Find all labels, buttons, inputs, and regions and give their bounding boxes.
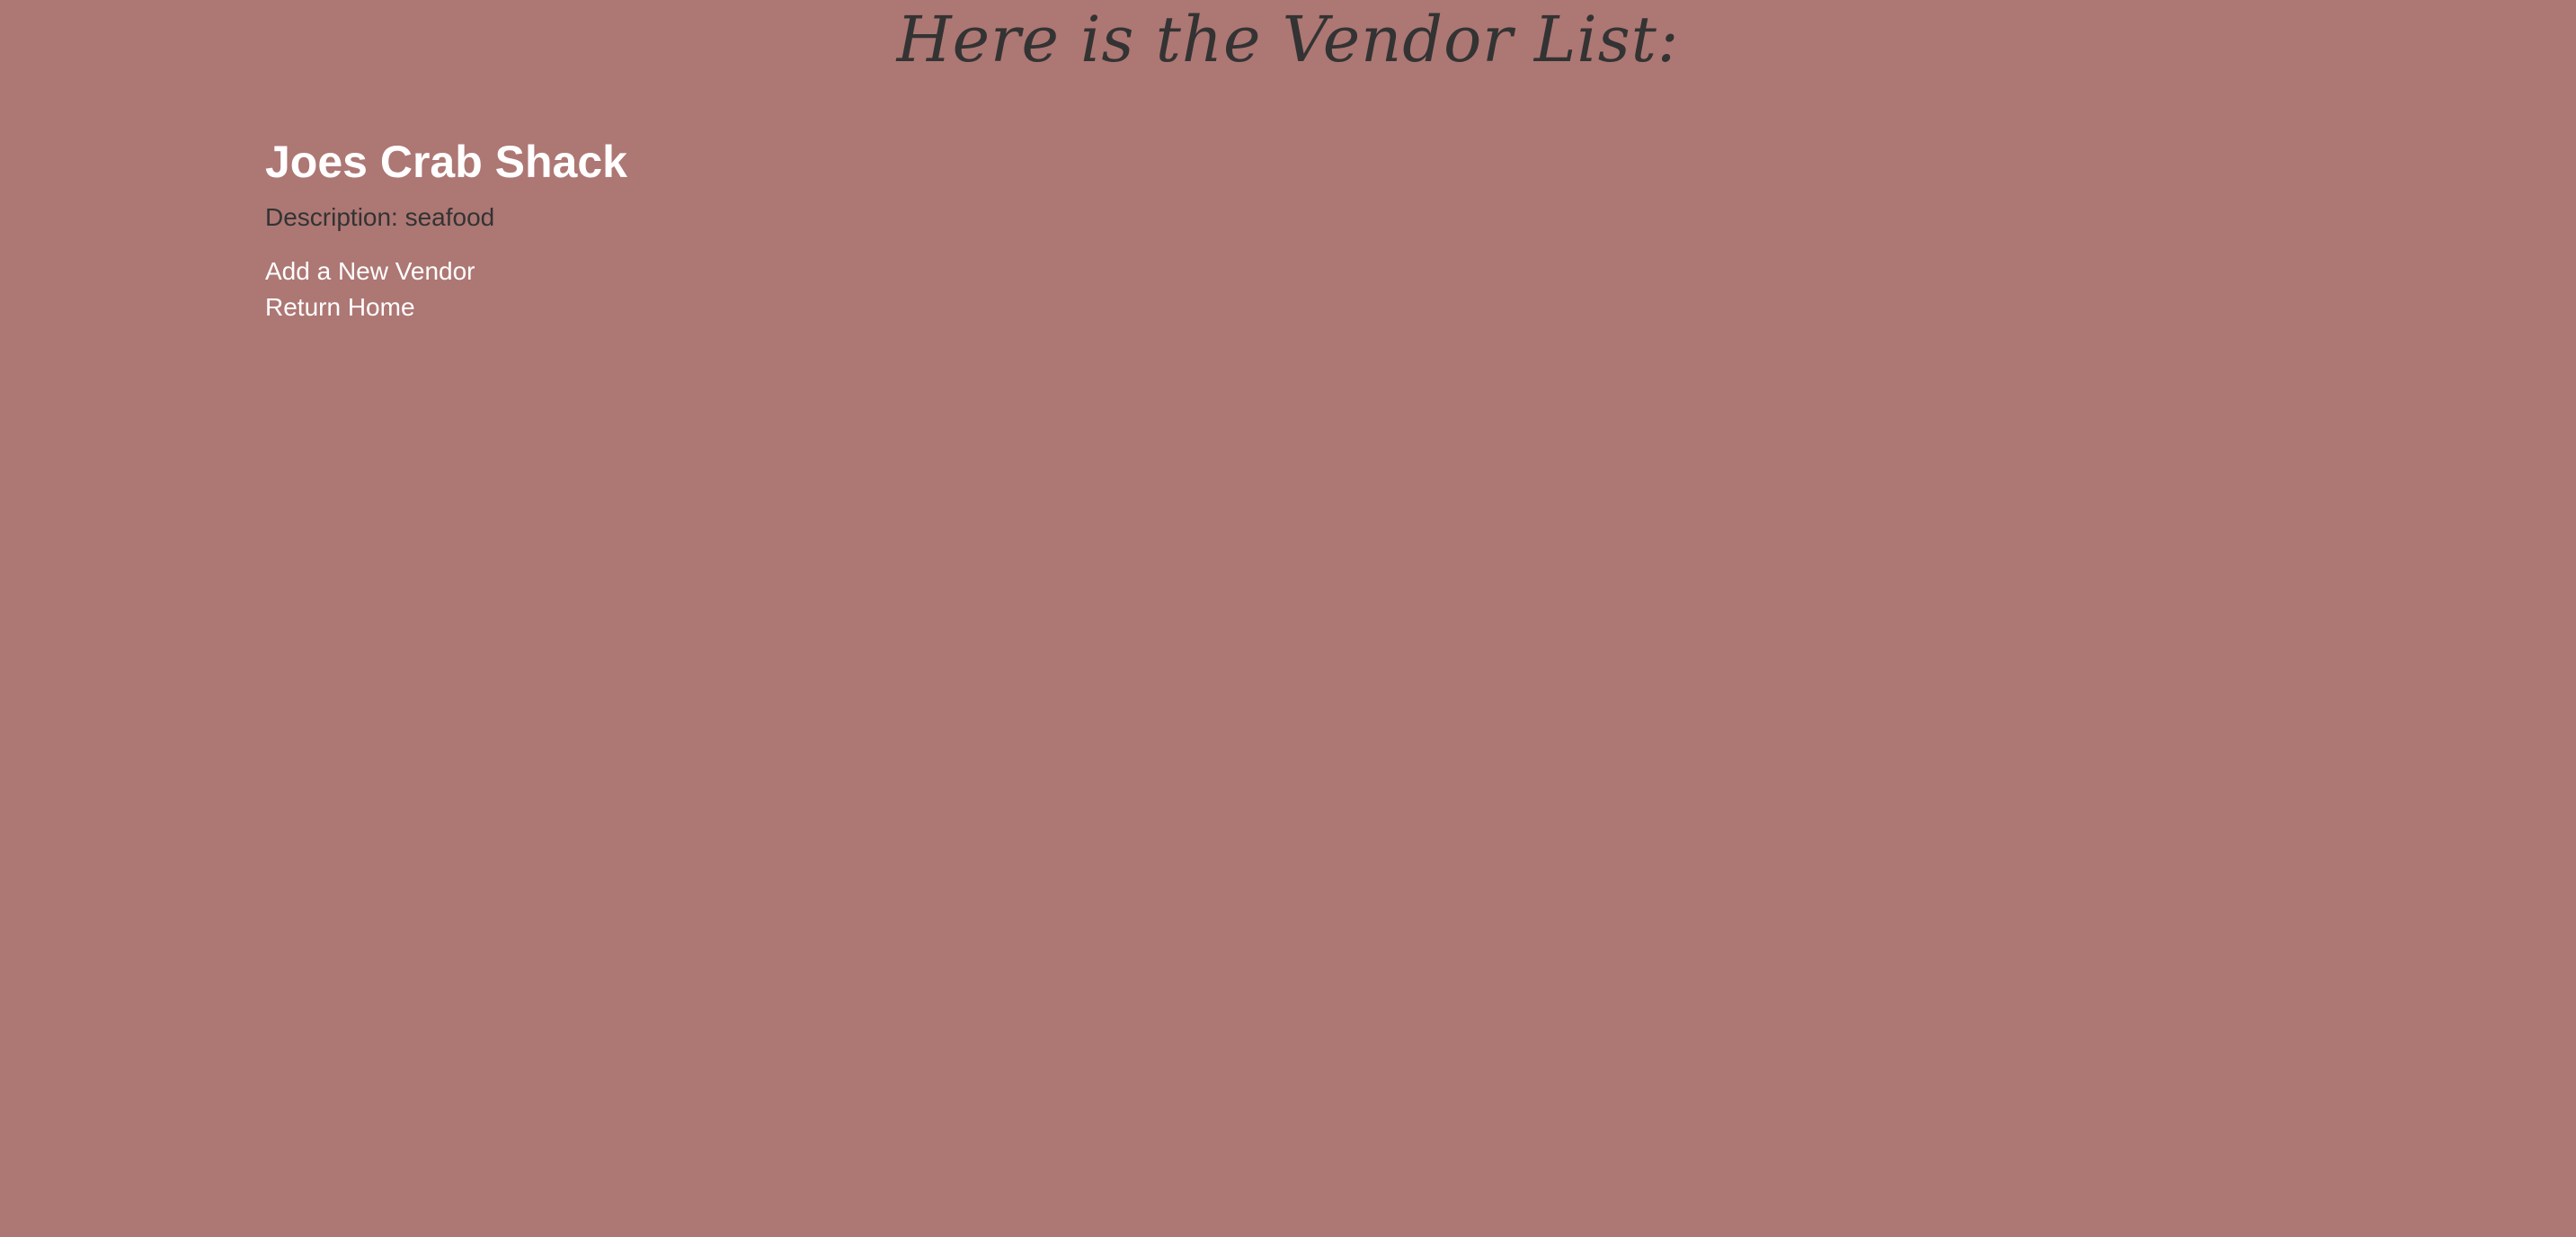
page-title: Here is the Vendor List: [896, 3, 1680, 76]
vendor-item: Joes Crab Shack Description: seafood [265, 135, 2311, 234]
nav-links: Add a New Vendor Return Home [265, 254, 2311, 325]
add-vendor-link[interactable]: Add a New Vendor [265, 254, 2311, 289]
vendor-name: Joes Crab Shack [265, 137, 627, 187]
vendor-list-container: Joes Crab Shack Description: seafood Add… [265, 135, 2311, 325]
return-home-link[interactable]: Return Home [265, 289, 2311, 325]
vendor-description: Description: seafood [265, 203, 495, 231]
